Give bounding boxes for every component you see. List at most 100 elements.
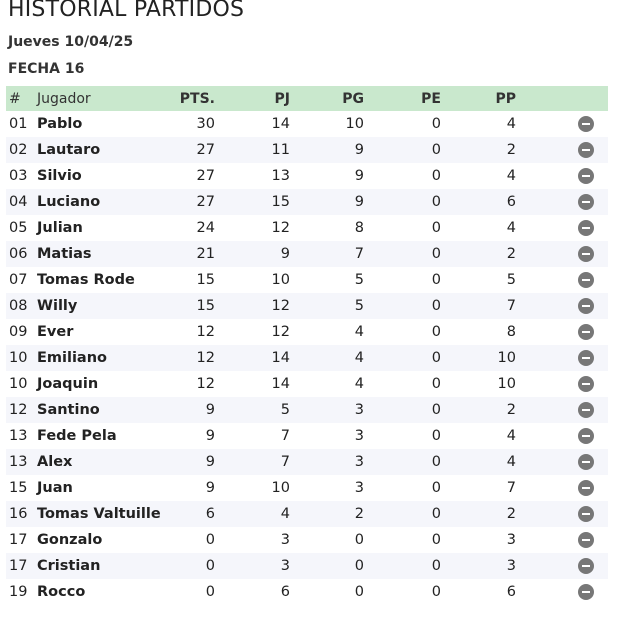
remove-player-button[interactable] [578, 584, 594, 600]
player-played: 13 [271, 168, 290, 184]
player-name: Alex [37, 454, 73, 470]
player-points: 21 [196, 246, 215, 262]
row-actions [516, 163, 608, 189]
remove-player-button[interactable] [578, 350, 594, 366]
player-position: 10 [9, 376, 28, 392]
row-actions [516, 293, 608, 319]
player-points: 30 [196, 116, 215, 132]
player-won: 8 [354, 220, 364, 236]
player-position: 16 [9, 506, 28, 522]
player-drawn: 0 [431, 116, 441, 132]
remove-player-button[interactable] [578, 272, 594, 288]
player-position: 17 [9, 532, 28, 548]
player-position: 10 [9, 350, 28, 366]
player-position: 04 [9, 194, 28, 210]
row-actions [516, 423, 608, 449]
player-lost: 4 [506, 454, 516, 470]
player-lost: 3 [506, 532, 516, 548]
player-drawn: 0 [431, 532, 441, 548]
player-name: Gonzalo [37, 532, 103, 548]
player-drawn: 0 [431, 558, 441, 574]
player-drawn: 0 [431, 272, 441, 288]
player-lost: 6 [506, 584, 516, 600]
player-name: Tomas Rode [37, 272, 135, 288]
player-points: 9 [205, 402, 215, 418]
player-points: 12 [196, 324, 215, 340]
row-actions [516, 371, 608, 397]
player-name: Willy [37, 298, 78, 314]
player-played: 14 [271, 376, 290, 392]
player-won: 3 [354, 402, 364, 418]
table-row: 17 Gonzalo 0 3 0 0 3 [6, 527, 608, 553]
player-position: 02 [9, 142, 28, 158]
round-label: FECHA 16 [8, 61, 85, 77]
row-actions [516, 345, 608, 371]
table-row: 07 Tomas Rode 15 10 5 0 5 [6, 267, 608, 293]
player-won: 10 [345, 116, 364, 132]
player-lost: 2 [506, 506, 516, 522]
table-row: 01 Pablo 30 14 10 0 4 [6, 111, 608, 137]
player-played: 11 [271, 142, 290, 158]
player-played: 3 [280, 558, 290, 574]
player-played: 3 [280, 532, 290, 548]
row-actions [516, 241, 608, 267]
player-position: 05 [9, 220, 28, 236]
player-played: 9 [280, 246, 290, 262]
player-drawn: 0 [431, 246, 441, 262]
remove-player-button[interactable] [578, 402, 594, 418]
row-actions [516, 111, 608, 137]
remove-player-button[interactable] [578, 506, 594, 522]
table-row: 08 Willy 15 12 5 0 7 [6, 293, 608, 319]
player-name: Juan [37, 480, 73, 496]
player-lost: 10 [497, 350, 516, 366]
player-played: 10 [271, 480, 290, 496]
player-drawn: 0 [431, 428, 441, 444]
row-actions [516, 319, 608, 345]
player-points: 27 [196, 194, 215, 210]
player-lost: 6 [506, 194, 516, 210]
remove-player-button[interactable] [578, 428, 594, 444]
player-drawn: 0 [431, 454, 441, 470]
player-name: Silvio [37, 168, 82, 184]
remove-player-button[interactable] [578, 194, 594, 210]
player-played: 7 [280, 454, 290, 470]
remove-player-button[interactable] [578, 532, 594, 548]
remove-player-button[interactable] [578, 298, 594, 314]
player-won: 4 [354, 324, 364, 340]
table-row: 19 Rocco 0 6 0 0 6 [6, 579, 608, 605]
player-lost: 8 [506, 324, 516, 340]
remove-player-button[interactable] [578, 480, 594, 496]
player-position: 13 [9, 454, 28, 470]
remove-player-button[interactable] [578, 454, 594, 470]
row-actions [516, 501, 608, 527]
remove-player-button[interactable] [578, 376, 594, 392]
player-points: 9 [205, 454, 215, 470]
player-position: 01 [9, 116, 28, 132]
player-played: 4 [280, 506, 290, 522]
player-drawn: 0 [431, 324, 441, 340]
row-actions [516, 449, 608, 475]
remove-player-button[interactable] [578, 220, 594, 236]
match-date: Jueves 10/04/25 [8, 34, 134, 50]
player-name: Julian [37, 220, 83, 236]
player-name: Tomas Valtuille [37, 506, 161, 522]
player-lost: 4 [506, 220, 516, 236]
row-actions [516, 267, 608, 293]
player-drawn: 0 [431, 506, 441, 522]
table-row: 13 Fede Pela 9 7 3 0 4 [6, 423, 608, 449]
player-won: 5 [354, 272, 364, 288]
player-played: 12 [271, 324, 290, 340]
remove-player-button[interactable] [578, 168, 594, 184]
player-points: 27 [196, 168, 215, 184]
remove-player-button[interactable] [578, 324, 594, 340]
remove-player-button[interactable] [578, 558, 594, 574]
player-lost: 7 [506, 480, 516, 496]
player-name: Matias [37, 246, 92, 262]
remove-player-button[interactable] [578, 246, 594, 262]
table-row: 05 Julian 24 12 8 0 4 [6, 215, 608, 241]
player-played: 14 [271, 116, 290, 132]
remove-player-button[interactable] [578, 142, 594, 158]
row-actions [516, 215, 608, 241]
player-position: 12 [9, 402, 28, 418]
remove-player-button[interactable] [578, 116, 594, 132]
